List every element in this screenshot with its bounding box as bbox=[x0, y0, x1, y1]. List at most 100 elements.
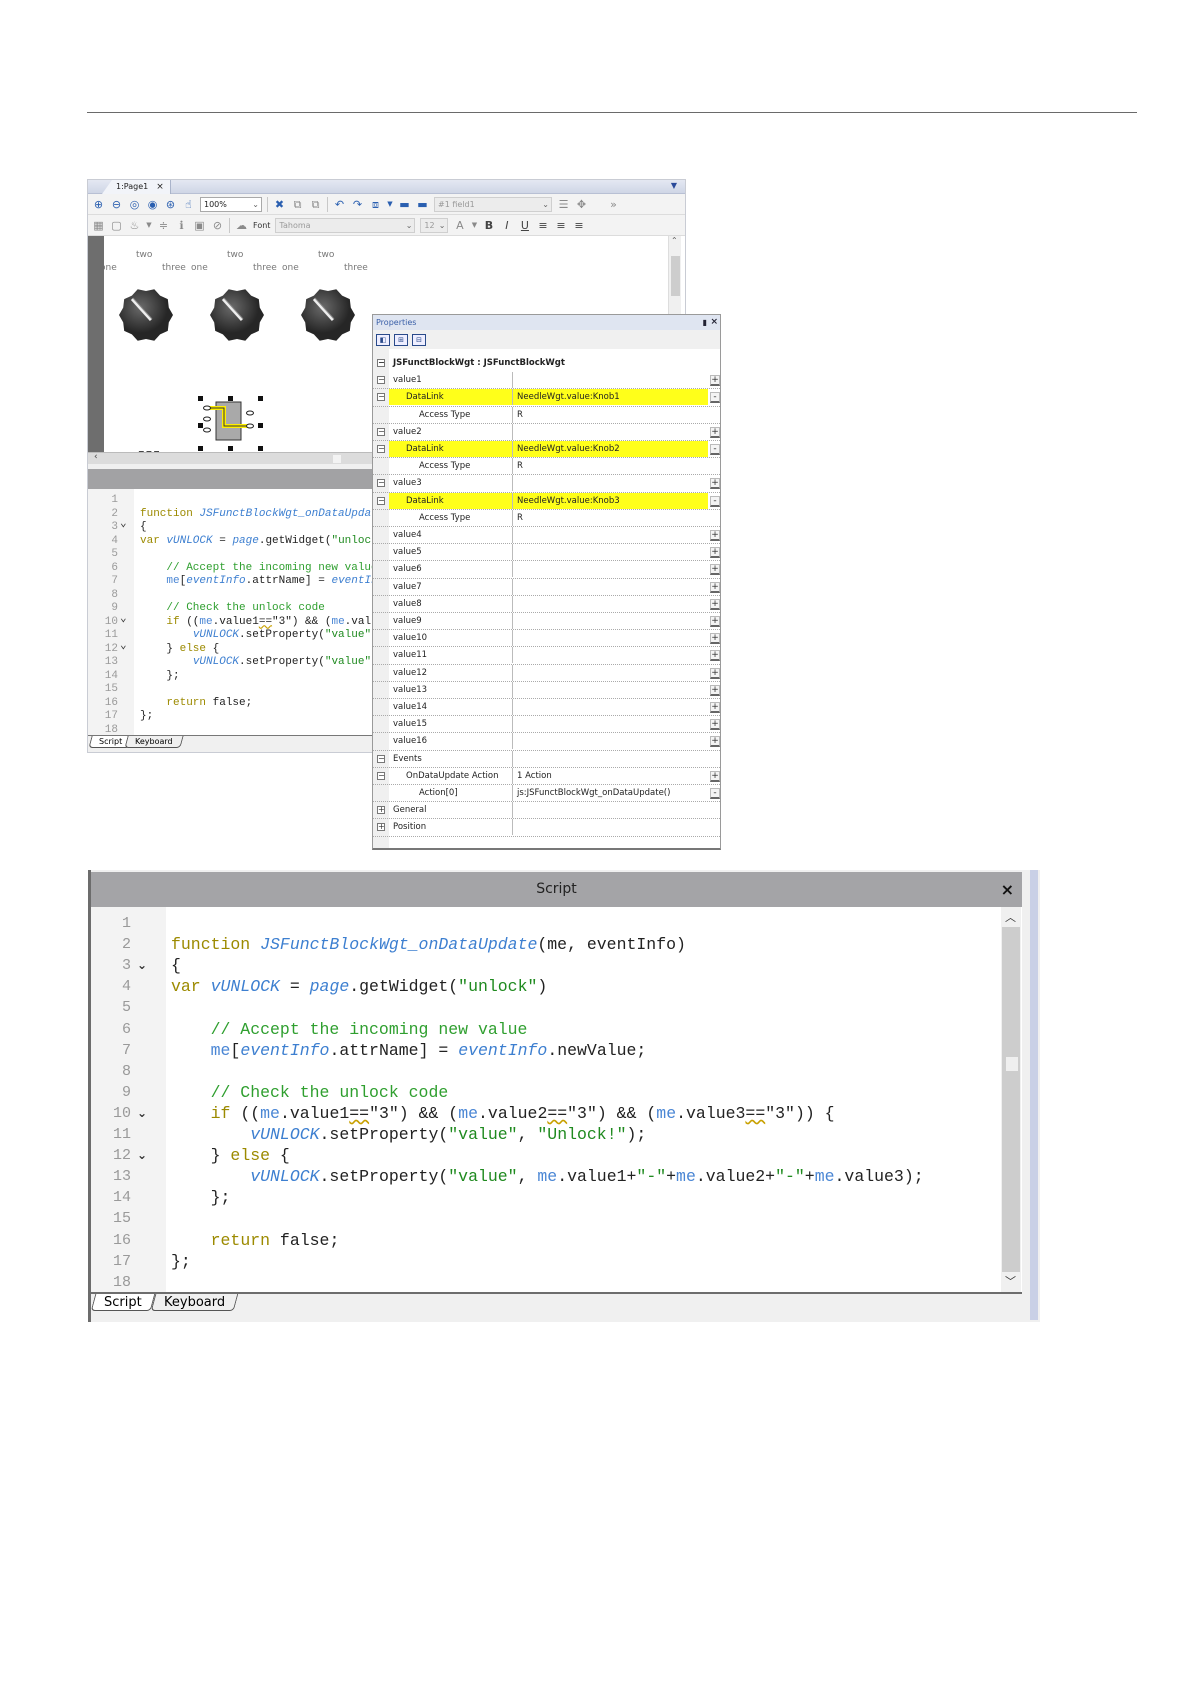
remove-button[interactable]: - bbox=[710, 495, 720, 507]
property-row[interactable]: value16 + bbox=[373, 733, 720, 751]
property-value[interactable] bbox=[512, 527, 708, 543]
property-value[interactable] bbox=[512, 578, 708, 595]
add-button[interactable]: + bbox=[710, 426, 720, 438]
group-icon[interactable]: ⧈ bbox=[369, 198, 382, 211]
distribute-icon[interactable]: ✥ bbox=[575, 198, 588, 211]
tab-menu-icon[interactable]: ▼ bbox=[671, 181, 677, 190]
property-row[interactable]: value11 + bbox=[373, 647, 720, 665]
chevron-down-icon[interactable]: ▼ bbox=[471, 219, 477, 232]
knob-widget[interactable] bbox=[300, 287, 356, 347]
property-row[interactable]: value10 + bbox=[373, 630, 720, 648]
collapse-icon[interactable]: − bbox=[377, 754, 385, 763]
collapse-icon[interactable]: − bbox=[377, 771, 385, 780]
property-row[interactable]: value15 + bbox=[373, 716, 720, 734]
property-value[interactable]: R bbox=[512, 406, 708, 423]
property-value[interactable]: js:JSFunctBlockWgt_onDataUpdate() bbox=[512, 785, 708, 801]
property-row[interactable]: + General bbox=[373, 802, 720, 820]
expand-all-icon[interactable]: ⊞ bbox=[394, 333, 408, 346]
scrollbar-thumb[interactable] bbox=[333, 455, 341, 463]
rotate-left-icon[interactable]: ↶ bbox=[333, 198, 346, 211]
scrollbar-track[interactable] bbox=[1002, 927, 1020, 1272]
tab-keyboard[interactable]: Keyboard bbox=[150, 1294, 239, 1311]
zoom-in-icon[interactable]: ⊕ bbox=[92, 198, 105, 211]
script-code-editor[interactable]: 1 2 function JSFunctBlockWgt_onDataUpdate(… bbox=[91, 907, 1022, 1292]
add-button[interactable]: + bbox=[710, 616, 720, 627]
property-row[interactable]: value5 + bbox=[373, 544, 720, 562]
add-button[interactable]: + bbox=[710, 702, 720, 713]
property-row[interactable]: − Events bbox=[373, 750, 720, 768]
property-row[interactable]: − value1 + bbox=[373, 372, 720, 390]
scroll-left-icon[interactable]: ‹ bbox=[94, 452, 98, 462]
property-value[interactable]: 1 Action bbox=[512, 767, 708, 784]
property-row[interactable]: value9 + bbox=[373, 613, 720, 631]
add-button[interactable]: + bbox=[710, 581, 720, 593]
frame-icon[interactable]: ▢ bbox=[110, 219, 123, 232]
scrollbar-thumb[interactable] bbox=[671, 256, 680, 296]
property-row[interactable]: − OnDataUpdate Action 1 Action + bbox=[373, 767, 720, 785]
property-row[interactable]: value12 + bbox=[373, 664, 720, 682]
property-row[interactable]: value6 + bbox=[373, 561, 720, 579]
paste-icon[interactable]: ⧉ bbox=[309, 198, 322, 211]
add-button[interactable]: + bbox=[710, 684, 720, 696]
property-value[interactable]: NeedleWgt.value:Knob1 bbox=[512, 389, 708, 406]
add-button[interactable]: + bbox=[710, 650, 720, 662]
widget-select[interactable]: #1 field1 ⌄ bbox=[434, 196, 552, 212]
fold-toggle-icon[interactable]: ⌄ bbox=[120, 640, 127, 654]
scroll-up-icon[interactable]: ⌃ bbox=[671, 236, 678, 245]
pan-icon[interactable]: ☝ bbox=[182, 198, 195, 211]
font-select[interactable]: Tahoma ⌄ bbox=[275, 217, 416, 233]
property-value[interactable] bbox=[512, 802, 708, 819]
property-value[interactable] bbox=[512, 544, 708, 561]
info-icon[interactable]: ℹ bbox=[175, 219, 188, 232]
close-icon[interactable]: × bbox=[1001, 872, 1014, 907]
font-size-select[interactable]: 12 ⌄ bbox=[420, 217, 449, 233]
fold-toggle-icon[interactable]: ⌄ bbox=[137, 1145, 147, 1166]
property-row[interactable]: value14 + bbox=[373, 699, 720, 717]
property-value[interactable] bbox=[512, 681, 708, 698]
property-value[interactable]: R bbox=[512, 509, 708, 526]
zoom-selection-icon[interactable]: ⊛ bbox=[164, 198, 177, 211]
property-value[interactable] bbox=[512, 647, 708, 664]
property-value[interactable] bbox=[512, 475, 708, 492]
scrollbar-thumb[interactable] bbox=[1006, 1057, 1018, 1071]
collapse-icon[interactable]: − bbox=[377, 359, 385, 367]
property-row[interactable]: value8 + bbox=[373, 595, 720, 613]
property-row[interactable]: value4 + bbox=[373, 527, 720, 545]
property-value[interactable] bbox=[512, 716, 708, 733]
remove-button[interactable]: - bbox=[710, 392, 720, 404]
add-button[interactable]: + bbox=[710, 667, 720, 679]
property-row[interactable]: value7 + bbox=[373, 578, 720, 596]
tab-keyboard[interactable]: Keyboard bbox=[124, 736, 184, 748]
collapse-all-icon[interactable]: ⊟ bbox=[412, 333, 426, 346]
zoom-out-icon[interactable]: ⊖ bbox=[110, 198, 123, 211]
categorized-view-icon[interactable]: ◧ bbox=[376, 333, 390, 346]
property-value[interactable] bbox=[512, 733, 708, 750]
add-button[interactable]: + bbox=[710, 598, 720, 610]
delete-icon[interactable]: ✖ bbox=[273, 198, 286, 211]
remove-button[interactable]: - bbox=[710, 788, 720, 799]
zoom-page-icon[interactable]: ◉ bbox=[146, 198, 159, 211]
copy-icon[interactable]: ⧉ bbox=[291, 198, 304, 211]
fold-toggle-icon[interactable]: ⌄ bbox=[120, 613, 127, 627]
chevron-up-icon[interactable]: ︿ bbox=[1005, 909, 1016, 925]
property-row[interactable]: − DataLink NeedleWgt.value:Knob1- bbox=[373, 389, 720, 407]
property-value[interactable] bbox=[512, 423, 708, 440]
property-value[interactable] bbox=[512, 561, 708, 578]
align-center-icon[interactable]: ≡ bbox=[554, 219, 567, 232]
remove-button[interactable]: - bbox=[710, 444, 720, 455]
align-left-icon[interactable]: ≡ bbox=[536, 219, 549, 232]
underline-button[interactable]: U bbox=[518, 219, 531, 232]
expand-icon[interactable]: + bbox=[377, 806, 385, 815]
knob-widget[interactable] bbox=[209, 287, 265, 347]
tab-page1[interactable]: 1:Page1 × bbox=[102, 180, 171, 194]
property-value[interactable] bbox=[512, 819, 708, 836]
property-row[interactable]: − value3 + bbox=[373, 475, 720, 493]
add-button[interactable]: + bbox=[710, 547, 720, 559]
collapse-icon[interactable]: − bbox=[377, 445, 385, 453]
property-value[interactable] bbox=[512, 750, 708, 767]
italic-button[interactable]: I bbox=[500, 219, 513, 232]
collapse-icon[interactable]: − bbox=[377, 376, 385, 385]
property-row[interactable]: − value2 + bbox=[373, 423, 720, 441]
property-value[interactable]: R bbox=[512, 458, 708, 475]
tab-script[interactable]: Script bbox=[90, 1294, 155, 1311]
